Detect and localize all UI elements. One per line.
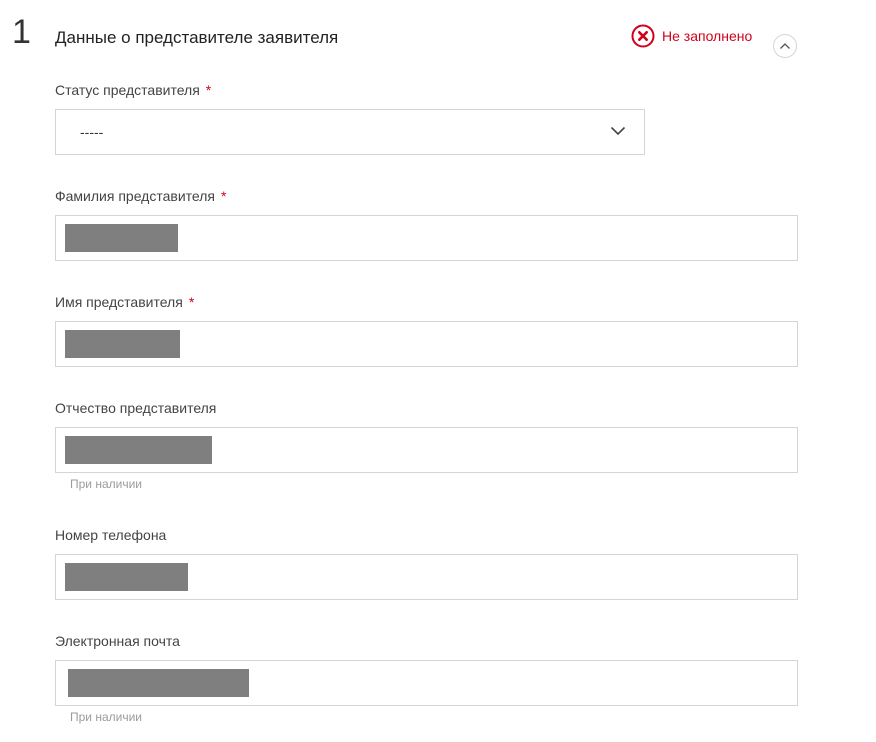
phone-input[interactable] xyxy=(55,554,798,600)
last-name-label-text: Фамилия представителя xyxy=(55,188,215,204)
required-mark: * xyxy=(188,294,195,310)
chevron-up-icon xyxy=(780,43,790,49)
email-hint: При наличии xyxy=(70,710,142,724)
collapse-section-button[interactable] xyxy=(773,34,797,58)
patronymic-input[interactable] xyxy=(55,427,798,473)
phone-label: Номер телефона xyxy=(55,527,167,543)
status-label: Статус представителя * xyxy=(55,81,211,99)
redacted-value xyxy=(65,224,178,252)
last-name-input[interactable] xyxy=(55,215,798,261)
first-name-label: Имя представителя * xyxy=(55,293,194,311)
step-number: 1 xyxy=(12,13,31,51)
required-mark: * xyxy=(205,82,212,98)
redacted-value xyxy=(65,563,188,591)
section-status: Не заполнено xyxy=(631,24,752,48)
first-name-label-text: Имя представителя xyxy=(55,294,183,310)
required-mark: * xyxy=(220,188,227,204)
patronymic-label: Отчество представителя xyxy=(55,400,217,416)
status-select[interactable]: ----- xyxy=(55,109,645,155)
chevron-down-icon xyxy=(610,126,626,136)
redacted-value xyxy=(65,436,212,464)
status-text: Не заполнено xyxy=(662,28,753,44)
redacted-value xyxy=(68,669,249,697)
status-label-text: Статус представителя xyxy=(55,82,200,98)
error-circle-icon xyxy=(631,24,655,48)
status-select-value: ----- xyxy=(80,124,104,140)
redacted-value xyxy=(65,330,180,358)
section-title: Данные о представителе заявителя xyxy=(55,28,339,47)
email-label: Электронная почта xyxy=(55,633,180,649)
patronymic-hint: При наличии xyxy=(70,477,142,491)
email-input[interactable] xyxy=(55,660,798,706)
first-name-input[interactable] xyxy=(55,321,798,367)
last-name-label: Фамилия представителя * xyxy=(55,187,226,205)
